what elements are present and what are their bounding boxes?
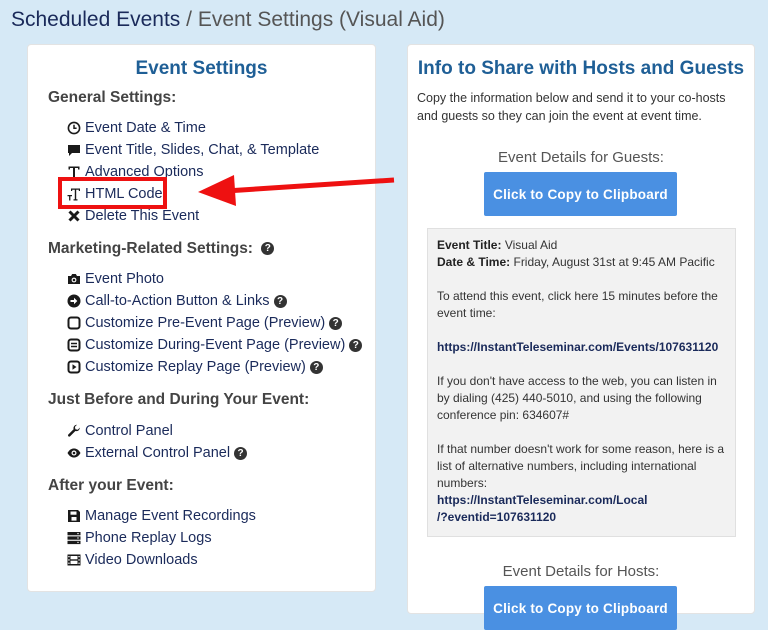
alternative-numbers-text: If that number doesn't work for some rea… <box>437 442 725 490</box>
share-info-panel: Info to Share with Hosts and Guests Copy… <box>407 44 755 630</box>
menu-item-call-to-action[interactable]: Call-to-Action Button & Links ? <box>67 291 287 311</box>
event-datetime-value: Friday, August 31st at 9:45 AM Pacific <box>513 255 715 269</box>
square-icon <box>67 316 81 330</box>
camera-icon <box>67 272 81 286</box>
menu-item-label: Customize Replay Page (Preview) <box>85 359 306 375</box>
guest-details-box[interactable]: Event Title: Visual Aid Date & Time: Fri… <box>427 228 736 537</box>
menu-item-event-title-slides-chat[interactable]: Event Title, Slides, Chat, & Template <box>67 140 319 160</box>
attend-instructions: To attend this event, click here 15 minu… <box>437 289 718 320</box>
menu-item-event-date-time[interactable]: Event Date & Time <box>67 118 206 138</box>
menu-item-label: Event Title, Slides, Chat, & Template <box>85 142 320 158</box>
event-title-value: Visual Aid <box>504 238 558 252</box>
menu-item-label: Call-to-Action Button & Links <box>85 293 270 309</box>
menu-item-label: External Control Panel <box>85 445 231 461</box>
menu-item-event-photo[interactable]: Event Photo <box>67 269 164 289</box>
menu-item-manage-recordings[interactable]: Manage Event Recordings <box>67 506 256 526</box>
guests-details-heading: Event Details for Guests: <box>498 149 664 166</box>
menu-item-label: Phone Replay Logs <box>85 530 212 546</box>
menu-item-label: Delete This Event <box>85 208 200 224</box>
menu-item-label: Event Date & Time <box>85 120 206 136</box>
alternative-numbers-url-line1: https://InstantTeleseminar.com/Local <box>437 493 648 507</box>
help-icon[interactable]: ? <box>234 446 248 460</box>
event-url: https://InstantTeleseminar.com/Events/10… <box>437 340 719 354</box>
alternative-numbers-url-line2: /?eventid=107631120 <box>437 510 557 524</box>
help-icon[interactable]: ? <box>273 294 287 308</box>
clock-icon <box>67 121 81 135</box>
menu-item-phone-replay-logs[interactable]: Phone Replay Logs <box>67 528 212 548</box>
menu-item-label: Customize Pre-Event Page (Preview) <box>85 315 326 331</box>
after-event-heading: After your Event: <box>48 477 174 494</box>
event-title-label: Event Title: <box>437 238 502 252</box>
menu-item-delete-event[interactable]: Delete This Event <box>67 206 199 226</box>
arrow-circle-right-icon <box>67 294 81 308</box>
event-datetime-label: Date & Time: <box>437 255 511 269</box>
menu-item-pre-event-page[interactable]: Customize Pre-Event Page (Preview) ? <box>67 313 343 333</box>
breadcrumb: Scheduled Events / Event Settings (Visua… <box>11 7 445 33</box>
event-datetime-line: Date & Time: Friday, August 31st at 9:45… <box>437 254 727 271</box>
marketing-settings-label: Marketing-Related Settings: <box>48 240 253 257</box>
general-settings-heading: General Settings: <box>48 89 177 106</box>
help-icon[interactable]: ? <box>349 338 363 352</box>
annotation-highlight-box <box>58 177 167 209</box>
film-icon <box>67 553 81 567</box>
menu-item-control-panel[interactable]: Control Panel <box>67 421 173 441</box>
breadcrumb-current: Event Settings (Visual Aid) <box>197 8 445 31</box>
comment-icon <box>67 143 81 157</box>
menu-item-during-event-page[interactable]: Customize During-Event Page (Preview) ? <box>67 335 363 355</box>
copy-hosts-button[interactable]: Click to Copy to Clipboard <box>484 586 677 630</box>
event-title-line: Event Title: Visual Aid <box>437 237 727 254</box>
help-icon[interactable]: ? <box>329 316 343 330</box>
menu-item-external-control-panel[interactable]: External Control Panel ? <box>67 443 248 463</box>
share-info-intro: Copy the information below and send it t… <box>417 91 726 123</box>
help-icon[interactable]: ? <box>261 242 275 256</box>
during-event-heading: Just Before and During Your Event: <box>48 391 310 408</box>
phone-instructions: If you don't have access to the web, you… <box>437 374 717 422</box>
menu-item-label: Manage Event Recordings <box>85 508 256 524</box>
play-square-icon <box>67 360 81 374</box>
help-icon[interactable]: ? <box>309 360 323 374</box>
eye-icon <box>67 446 81 460</box>
menu-item-replay-page[interactable]: Customize Replay Page (Preview) ? <box>67 357 323 377</box>
wrench-icon <box>67 424 81 438</box>
x-icon <box>67 209 81 223</box>
save-icon <box>67 509 81 523</box>
share-info-title: Info to Share with Hosts and Guests <box>417 58 745 79</box>
menu-item-label: Customize During-Event Page (Preview) <box>85 337 346 353</box>
menu-item-label: Event Photo <box>85 271 164 287</box>
breadcrumb-scheduled-events-link[interactable]: Scheduled Events <box>11 8 180 31</box>
marketing-settings-heading: Marketing-Related Settings: ? <box>48 240 275 258</box>
server-icon <box>67 531 81 545</box>
event-settings-title: Event Settings <box>135 58 268 79</box>
menu-item-video-downloads[interactable]: Video Downloads <box>67 550 198 570</box>
square-lines-icon <box>67 338 81 352</box>
menu-item-label: Video Downloads <box>85 552 198 568</box>
breadcrumb-separator: / <box>180 8 198 31</box>
event-settings-panel: Event Settings General Settings: Event D… <box>27 44 376 592</box>
hosts-details-heading: Event Details for Hosts: <box>502 563 660 580</box>
annotation-arrow-icon <box>198 175 395 206</box>
menu-item-label: Control Panel <box>85 423 173 439</box>
copy-guests-button[interactable]: Click to Copy to Clipboard <box>484 172 677 216</box>
